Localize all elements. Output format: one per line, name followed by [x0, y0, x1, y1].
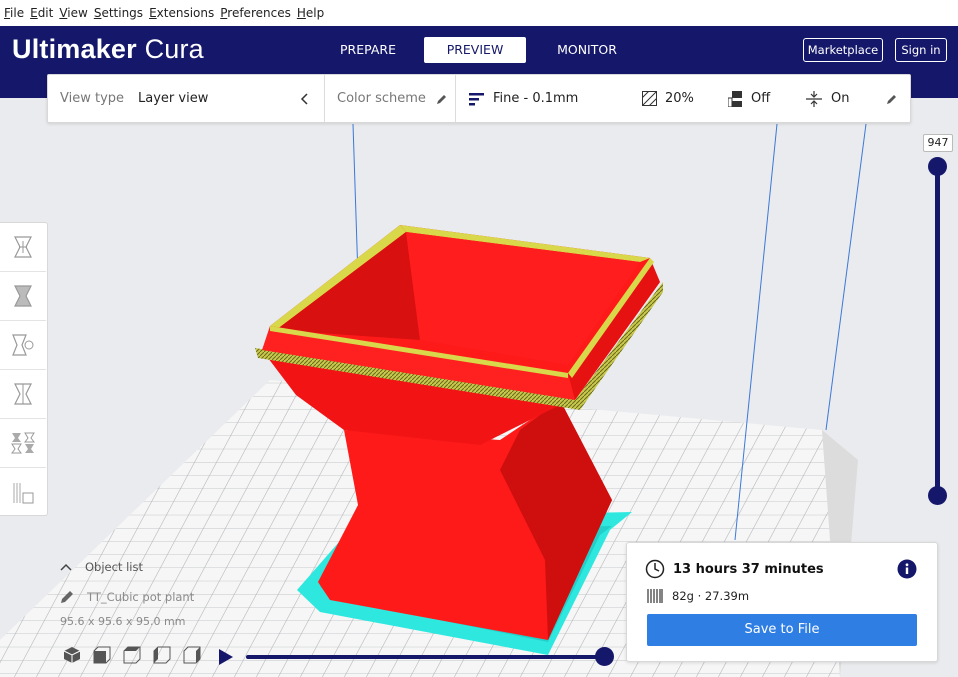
cube-right-icon	[183, 646, 200, 664]
app-logo: Ultimaker Cura	[12, 34, 204, 64]
color-scheme-selector[interactable]: Color scheme	[337, 75, 448, 122]
view-top-button[interactable]	[120, 644, 143, 666]
color-scheme-label: Color scheme	[337, 91, 426, 106]
object-name-row[interactable]: TT_Cubic pot plant	[60, 590, 194, 604]
clock-icon	[645, 559, 665, 579]
scale-tool-icon	[14, 285, 32, 307]
support-icon	[728, 90, 742, 107]
view-type-value: Layer view	[138, 91, 209, 106]
info-icon[interactable]	[897, 559, 917, 579]
infill-icon	[642, 91, 657, 106]
menu-file[interactable]: File	[2, 6, 28, 20]
adhesion-icon	[806, 90, 822, 107]
infill-value: 20%	[665, 91, 694, 106]
scale-tool-button[interactable]	[0, 272, 46, 321]
per-model-settings-button[interactable]	[0, 419, 46, 468]
object-dimensions: 95.6 x 95.6 x 95.0 mm	[60, 615, 186, 628]
material-value: 82g · 27.39m	[672, 589, 750, 603]
pencil-icon	[61, 591, 73, 603]
move-tool-button[interactable]	[0, 223, 46, 272]
layer-slider-lower-handle[interactable]	[928, 486, 947, 505]
cube-top-icon	[123, 646, 140, 664]
view-right-button[interactable]	[180, 644, 203, 666]
profile-selector[interactable]: Fine - 0.1mm	[469, 75, 578, 122]
cube-left-icon	[153, 646, 170, 664]
profile-value: Fine - 0.1mm	[493, 91, 579, 106]
chevron-up-icon	[60, 563, 72, 571]
support-blocker-icon	[13, 482, 34, 503]
layer-slider-track[interactable]	[935, 166, 940, 496]
object-list-label: Object list	[85, 560, 143, 574]
infill-setting[interactable]: 20%	[642, 75, 694, 122]
current-layer-badge[interactable]: 947	[923, 134, 953, 152]
print-time: 13 hours 37 minutes	[645, 559, 824, 579]
mirror-tool-button[interactable]	[0, 370, 46, 419]
print-info-panel: 13 hours 37 minutes 82g · 27.39m Save to…	[626, 542, 938, 662]
pencil-icon[interactable]	[886, 75, 898, 122]
view-front-button[interactable]	[90, 644, 113, 666]
per-model-settings-icon	[11, 432, 35, 454]
tab-monitor[interactable]: MONITOR	[546, 37, 628, 63]
menubar: File Edit View Settings Extensions Prefe…	[0, 0, 958, 26]
tab-prepare[interactable]: PREPARE	[326, 37, 410, 63]
view-orientation-buttons	[60, 644, 203, 666]
save-to-file-button[interactable]: Save to File	[647, 614, 917, 646]
mirror-tool-icon	[14, 383, 32, 405]
cube-front-icon	[93, 646, 110, 664]
adhesion-value: On	[831, 91, 850, 106]
play-icon[interactable]	[218, 648, 234, 666]
menu-settings[interactable]: Settings	[92, 6, 147, 20]
menu-view[interactable]: View	[57, 6, 91, 20]
chevron-left-icon[interactable]	[300, 75, 310, 122]
view-3d-button[interactable]	[60, 644, 83, 666]
view-left-button[interactable]	[150, 644, 173, 666]
simulation-slider-handle[interactable]	[595, 647, 614, 666]
simulation-slider-track[interactable]	[246, 655, 606, 659]
profile-bars-icon	[469, 92, 484, 105]
material-usage: 82g · 27.39m	[647, 588, 749, 604]
support-setting[interactable]: Off	[728, 75, 770, 122]
adhesion-setting[interactable]: On	[806, 75, 849, 122]
tab-preview[interactable]: PREVIEW	[424, 37, 526, 63]
object-list-toggle[interactable]: Object list	[60, 560, 143, 574]
menu-extensions[interactable]: Extensions	[147, 6, 218, 20]
left-toolbar	[0, 222, 48, 516]
layer-slider-upper-handle[interactable]	[928, 157, 947, 176]
object-name: TT_Cubic pot plant	[87, 590, 195, 604]
support-value: Off	[751, 91, 771, 106]
build-volume-line	[825, 123, 867, 431]
view-type-selector[interactable]: View type Layer view	[60, 75, 208, 122]
spool-icon	[647, 589, 663, 603]
print-time-value: 13 hours 37 minutes	[673, 561, 824, 577]
sign-in-button[interactable]: Sign in	[895, 38, 947, 62]
pencil-icon	[436, 94, 446, 104]
support-blocker-button[interactable]	[0, 468, 46, 517]
cube-3d-icon	[63, 647, 80, 663]
rotate-tool-icon	[12, 334, 34, 356]
marketplace-button[interactable]: Marketplace	[803, 38, 883, 62]
menu-preferences[interactable]: Preferences	[218, 6, 295, 20]
menu-edit[interactable]: Edit	[28, 6, 57, 20]
view-type-label: View type	[60, 91, 125, 106]
move-tool-icon	[14, 236, 32, 258]
print-settings-bar: View type Layer view Color scheme Fine -…	[47, 74, 911, 123]
menu-help[interactable]: Help	[295, 6, 328, 20]
rotate-tool-button[interactable]	[0, 321, 46, 370]
